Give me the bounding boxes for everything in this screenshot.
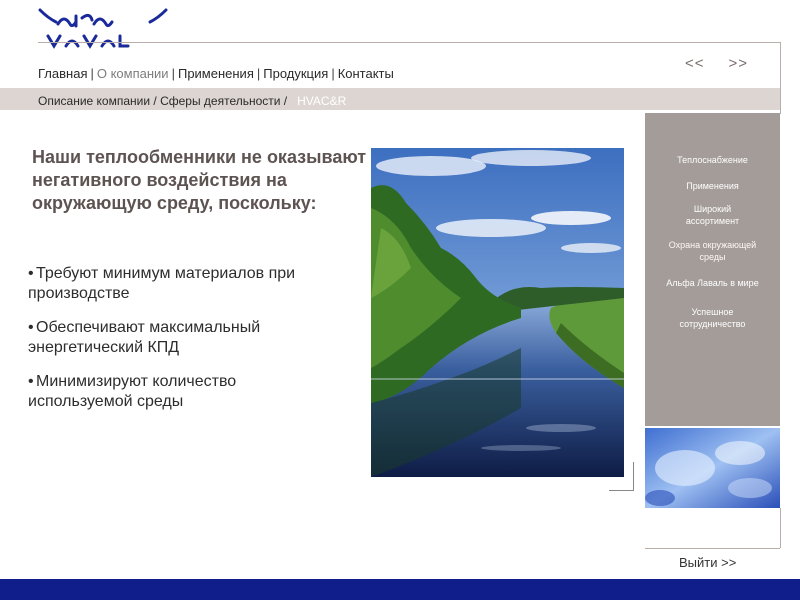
sidebar-bottom-border xyxy=(645,508,781,548)
alfa-laval-logo xyxy=(38,8,168,49)
nav-separator: | xyxy=(256,66,261,81)
header-divider xyxy=(38,42,780,43)
header-right-border xyxy=(780,42,781,114)
sidebar-item-environment[interactable]: Охрана окружающей среды xyxy=(645,239,780,263)
main-nav: Главная | О компании | Применения | Продукция |… xyxy=(38,66,394,81)
page-headline: Наши теплообменники не оказывают негатив… xyxy=(32,147,367,213)
nav-item-home[interactable]: Главная xyxy=(38,66,87,81)
next-page-button[interactable]: >> xyxy=(728,55,748,72)
breadcrumb: Описание компании / Сферы деятельности /… xyxy=(38,94,346,108)
water-texture-image xyxy=(645,428,780,508)
nav-separator: | xyxy=(331,66,335,81)
sidebar-item-heat-supply[interactable]: Теплоснабжение xyxy=(645,154,780,166)
list-item-text: Обеспечивают максимальный энергетический… xyxy=(28,319,261,356)
list-item: • Минимизируют количество используемой ср… xyxy=(28,372,328,412)
nav-item-products[interactable]: Продукция xyxy=(263,66,328,81)
nav-item-contacts[interactable]: Контакты xyxy=(338,66,394,81)
nav-separator: | xyxy=(171,66,175,81)
prev-page-button[interactable]: << xyxy=(685,55,705,72)
sidebar-item-wide-range[interactable]: Широкий ассортимент xyxy=(645,203,780,227)
list-item-text: Требуют минимум материалов при производс… xyxy=(28,265,296,302)
nav-item-applications[interactable]: Применения xyxy=(178,66,254,81)
breadcrumb-path[interactable]: Описание компании / Сферы деятельности / xyxy=(38,94,287,108)
nav-item-about[interactable]: О компании xyxy=(97,66,169,81)
river-landscape-photo xyxy=(371,148,624,477)
list-item: • Требуют минимум материалов при производ… xyxy=(28,264,328,304)
sidebar-item-alfa-laval-world[interactable]: Альфа Лаваль в мире xyxy=(645,277,780,289)
list-item-text: Минимизируют количество используемой сре… xyxy=(28,373,237,410)
page-pager: << >> xyxy=(685,55,748,72)
nav-separator: | xyxy=(90,66,94,81)
sidebar-item-partnership[interactable]: Успешное сотрудничество xyxy=(645,306,780,330)
sidebar-item-applications[interactable]: Применения xyxy=(645,180,780,192)
list-item: • Обеспечивают максимальный энергетически… xyxy=(28,318,328,358)
bullet-icon: • xyxy=(28,319,34,336)
sidebar-bottom-divider xyxy=(645,548,780,549)
benefits-list: • Требуют минимум материалов при производ… xyxy=(28,264,328,426)
photo-frame-corner xyxy=(609,462,634,491)
exit-button[interactable]: Выйти >> xyxy=(679,555,736,570)
bullet-icon: • xyxy=(28,265,34,282)
footer-bar xyxy=(0,579,800,600)
bullet-icon: • xyxy=(28,373,34,390)
breadcrumb-current: HVAC&R xyxy=(297,94,347,108)
